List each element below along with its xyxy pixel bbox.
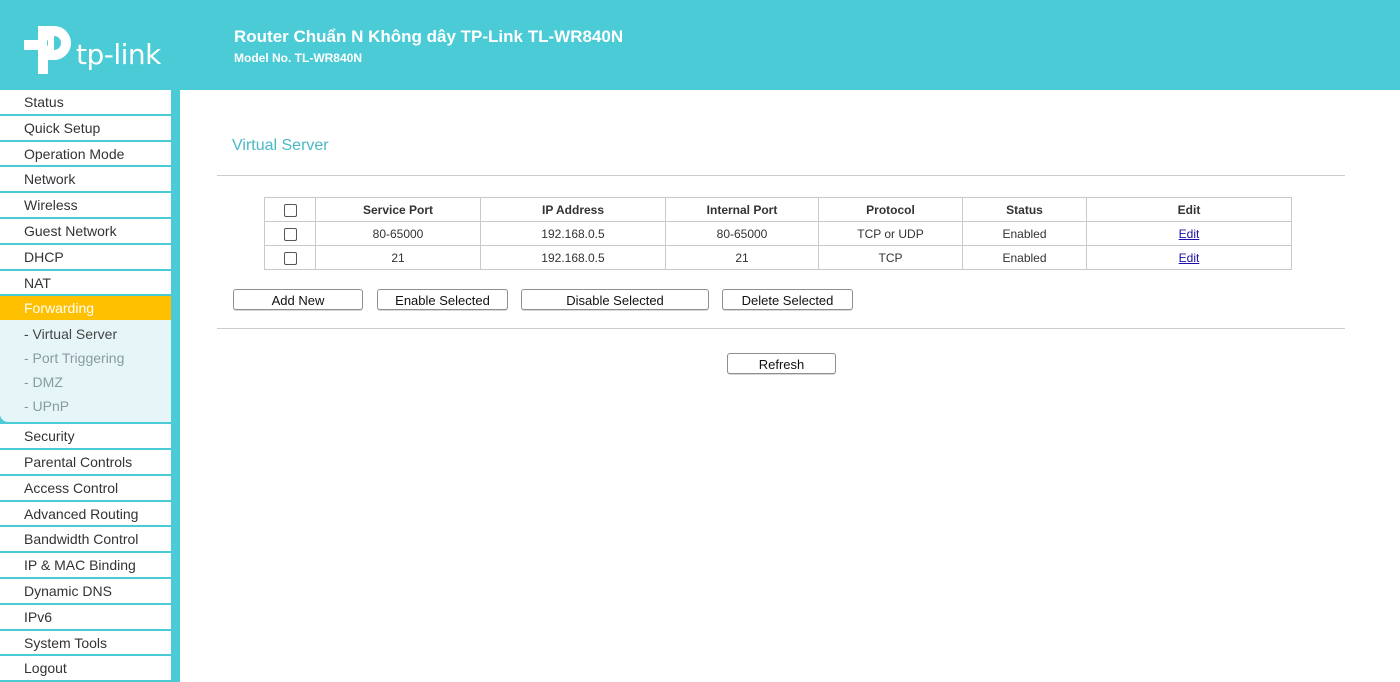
edit-link[interactable]: Edit — [1179, 251, 1200, 265]
top-divider — [217, 175, 1345, 176]
submenu-item-dmz[interactable]: - DMZ — [0, 370, 171, 394]
sidebar-item-dynamic-dns[interactable]: Dynamic DNS — [0, 578, 171, 603]
row-checkbox[interactable] — [283, 227, 297, 241]
sidebar-item-ipv6[interactable]: IPv6 — [0, 604, 171, 629]
status-cell: Enabled — [962, 221, 1087, 246]
column-header-internal-port: Internal Port — [665, 197, 819, 222]
sidebar-item-operation-mode[interactable]: Operation Mode — [0, 141, 171, 166]
table-row: 21 192.168.0.5 21 TCP Enabled Edit — [264, 245, 1292, 270]
help-pane — [1382, 90, 1400, 682]
enable-selected-button[interactable]: Enable Selected — [377, 289, 508, 310]
internal-port-cell: 80-65000 — [665, 221, 819, 246]
column-header-service-port: Service Port — [315, 197, 481, 222]
protocol-cell: TCP — [818, 245, 963, 270]
submenu-item-port-triggering[interactable]: - Port Triggering — [0, 346, 171, 370]
sidebar-item-quick-setup[interactable]: Quick Setup — [0, 115, 171, 140]
logo-wordmark: tp-link — [76, 38, 161, 71]
tp-link-logo: tp-link — [24, 26, 164, 78]
ip-address-cell: 192.168.0.5 — [480, 221, 666, 246]
sidebar-item-parental-controls[interactable]: Parental Controls — [0, 449, 171, 474]
status-cell: Enabled — [962, 245, 1087, 270]
router-title: Router Chuẩn N Không dây TP-Link TL-WR84… — [234, 27, 624, 46]
sidebar-item-access-control[interactable]: Access Control — [0, 475, 171, 500]
edit-cell: Edit — [1086, 245, 1292, 270]
model-number: Model No. TL-WR840N — [234, 51, 362, 65]
edit-link[interactable]: Edit — [1179, 227, 1200, 241]
sidebar-item-wireless[interactable]: Wireless — [0, 193, 171, 217]
submenu-item-virtual-server[interactable]: - Virtual Server — [0, 322, 171, 346]
virtual-server-table: Service Port IP Address Internal Port Pr… — [264, 197, 1292, 270]
row-checkbox[interactable] — [283, 251, 297, 265]
main-content: Virtual Server Service Port IP Address I… — [180, 90, 1382, 682]
sidebar-item-logout[interactable]: Logout — [0, 656, 171, 681]
sidebar-item-bandwidth-control[interactable]: Bandwidth Control — [0, 527, 171, 552]
sidebar-item-network[interactable]: Network — [0, 167, 171, 192]
sidebar: Status Quick Setup Operation Mode Networ… — [0, 90, 180, 682]
select-all-checkbox[interactable] — [283, 203, 297, 217]
submenu-item-upnp[interactable]: - UPnP — [0, 394, 171, 418]
bottom-divider — [217, 328, 1345, 329]
sidebar-item-guest-network[interactable]: Guest Network — [0, 218, 171, 243]
column-header-ip-address: IP Address — [480, 197, 666, 222]
column-header-protocol: Protocol — [818, 197, 963, 222]
column-header-edit: Edit — [1086, 197, 1292, 222]
page-title: Virtual Server — [232, 137, 329, 154]
sidebar-item-dhcp[interactable]: DHCP — [0, 244, 171, 269]
internal-port-cell: 21 — [665, 245, 819, 270]
select-all-cell — [264, 197, 316, 222]
edit-cell: Edit — [1086, 221, 1292, 246]
sidebar-item-advanced-routing[interactable]: Advanced Routing — [0, 501, 171, 526]
sidebar-item-nat[interactable]: NAT — [0, 270, 171, 295]
service-port-cell: 80-65000 — [315, 221, 481, 246]
row-select-cell — [264, 245, 316, 270]
column-header-status: Status — [962, 197, 1087, 222]
sidebar-item-ip-mac-binding[interactable]: IP & MAC Binding — [0, 553, 171, 577]
table-header-row: Service Port IP Address Internal Port Pr… — [264, 197, 1292, 222]
table-row: 80-65000 192.168.0.5 80-65000 TCP or UDP… — [264, 221, 1292, 246]
row-select-cell — [264, 221, 316, 246]
ip-address-cell: 192.168.0.5 — [480, 245, 666, 270]
service-port-cell: 21 — [315, 245, 481, 270]
disable-selected-button[interactable]: Disable Selected — [521, 289, 709, 310]
header-bar: tp-link Router Chuẩn N Không dây TP-Link… — [0, 0, 1400, 90]
refresh-button[interactable]: Refresh — [727, 353, 836, 374]
sidebar-item-system-tools[interactable]: System Tools — [0, 630, 171, 655]
sidebar-item-security[interactable]: Security — [0, 424, 171, 448]
add-new-button[interactable]: Add New — [233, 289, 363, 310]
delete-selected-button[interactable]: Delete Selected — [722, 289, 853, 310]
tp-link-logo-icon — [24, 26, 71, 74]
sidebar-item-forwarding[interactable]: Forwarding — [0, 296, 171, 321]
forwarding-submenu: - Virtual Server - Port Triggering - DMZ… — [0, 320, 171, 423]
sidebar-item-status[interactable]: Status — [0, 90, 171, 114]
protocol-cell: TCP or UDP — [818, 221, 963, 246]
sidebar-menu: Status Quick Setup Operation Mode Networ… — [0, 90, 171, 682]
